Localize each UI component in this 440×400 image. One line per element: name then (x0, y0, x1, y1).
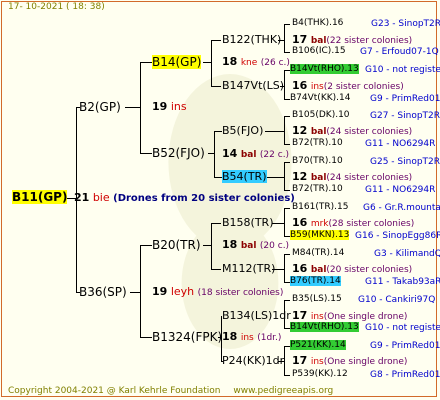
g4-node: B122(THK) (222, 33, 282, 46)
g5-code: G27 - SinopT2R (370, 111, 440, 121)
g5-node: B72(TR).10 (292, 184, 343, 194)
g5-node: B76(TR).14 (290, 276, 341, 286)
g5-code: G9 - PrimRed01 (370, 341, 440, 351)
g5-node: B14Vt(RHO).13 (290, 64, 359, 74)
g5-node: B70(TR).10 (292, 156, 343, 166)
g5-code: G23 - SinopT2R (371, 19, 440, 29)
g3-node: B14(GP) (152, 55, 202, 69)
g5-node: B4(THK).16 (292, 18, 344, 28)
drone-note: (Drones from 20 sister colonies) (113, 193, 295, 204)
g5-code: G8 - PrimRed01 (370, 370, 440, 380)
g3-detail: 14 bal (22 c.) (222, 147, 290, 161)
g3-node: B52(FJO) (152, 146, 205, 160)
g3-detail: 18 kne (26 c.) (222, 55, 290, 69)
g5-node: B161(TR).15 (292, 202, 349, 212)
g5-code: G3 - KilimandQ (374, 249, 440, 259)
footer: Copyright 2004-2021 @ Karl Kehrle Founda… (8, 386, 333, 396)
g5-code: G11 - NO6294R (365, 139, 436, 149)
g5-code: G10 - not registe (365, 65, 440, 75)
g5-node: B59(MKN).13 (290, 230, 350, 240)
g3-detail: 18 bal (20 c.) (222, 238, 290, 252)
g5-node: B106(IC).15 (292, 46, 346, 56)
generation-number: 21 (74, 191, 90, 204)
g4-node: B54(TR) (222, 170, 267, 183)
g5-code: G11 - NO6294R (365, 185, 436, 195)
g5-node: M84(TR).14 (292, 248, 345, 258)
g5-node: B74Vt(KK).14 (290, 93, 351, 103)
root-detail: 21 bie (Drones from 20 sister colonies) (74, 192, 295, 205)
g4-detail: 17 ins(One single drone) (292, 354, 408, 368)
g3-node: B20(TR) (152, 238, 201, 252)
g4-detail: 12 bal(24 sister colonies) (292, 170, 413, 184)
g5-code: G6 - Gr.R.mounta (363, 203, 440, 213)
g4-node: B134(LS)1dr (222, 309, 291, 322)
g2-top-detail: 19 ins (152, 100, 187, 113)
g3-node: B1324(FPK) (152, 330, 223, 344)
g4-node: B158(TR) (222, 216, 274, 229)
g4-detail: 16 ins(2 sister colonies) (292, 79, 404, 93)
g2-top-name: B2(GP) (79, 100, 121, 114)
copyright-text: Copyright 2004-2021 @ Karl Kehrle Founda… (8, 386, 221, 396)
g4-detail: 16 mrk(28 sister colonies) (292, 216, 415, 230)
queen-name: B11(GP) (12, 190, 68, 204)
g5-code: G7 - Erfoud07-1Q (360, 47, 439, 57)
g5-node: B14Vt(RHO).13 (290, 322, 359, 332)
race-abbr: bie (92, 191, 110, 204)
g4-node: B5(FJO) (222, 124, 264, 137)
g4-detail: 16 bal(20 sister colonies) (292, 262, 413, 276)
g5-node: B35(LS).15 (292, 294, 342, 304)
g4-node: M112(TR) (222, 262, 276, 275)
g2-bottom-name: B36(SP) (79, 285, 127, 299)
g5-node: B105(DK).10 (292, 110, 350, 120)
g5-code: G10 - Cankiri97Q (358, 295, 436, 305)
g4-node: P24(KK)1dr (222, 354, 285, 367)
g2-bottom-detail: 19 leyh (18 sister colonies) (152, 285, 284, 299)
g4-node: B147Vt(LS) (222, 79, 285, 92)
g4-detail: 12 bal(24 sister colonies) (292, 124, 413, 138)
g5-node: B72(TR).10 (292, 138, 343, 148)
g5-code: G9 - PrimRed01 (370, 94, 440, 104)
site-link[interactable]: www.pedigreeapis.org (233, 386, 333, 396)
root-node: B11(GP) (12, 190, 68, 204)
g5-node: P521(KK).14 (290, 340, 346, 350)
g3-detail: 18 ins (1dr.) (222, 330, 282, 344)
g5-code: G25 - SinopT2R (370, 157, 440, 167)
timestamp: 17- 10-2021 ( 18: 38) (8, 2, 105, 12)
g5-code: G16 - SinopEgg86R (355, 231, 440, 241)
g5-code: G10 - not registe (365, 323, 440, 333)
g5-node: P539(KK).12 (292, 369, 348, 379)
g5-code: G11 - Takab93aR (365, 277, 440, 287)
